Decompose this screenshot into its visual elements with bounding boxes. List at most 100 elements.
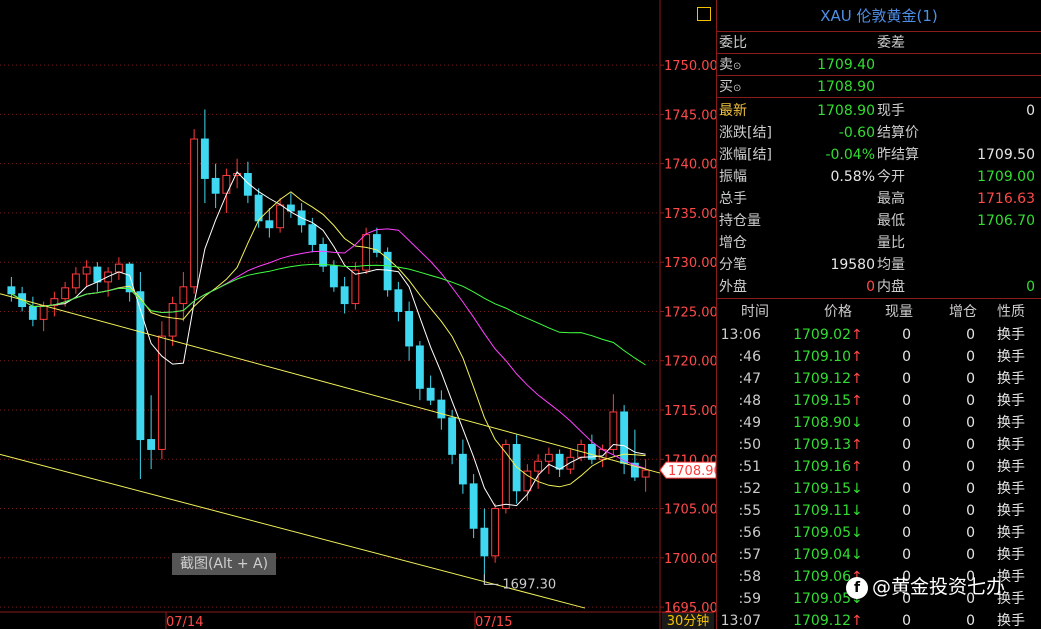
trade-row[interactable]: :48 1709.15 ↑ 0 0 换手 bbox=[717, 390, 1041, 412]
candle-body bbox=[469, 483, 478, 529]
instrument-title[interactable]: XAU 伦敦黄金(1) bbox=[717, 0, 1041, 32]
date-label: 07/15 bbox=[475, 615, 512, 629]
quote-row: 总手 最高 1716.63 bbox=[717, 188, 1041, 210]
buy-label: 买⊙ bbox=[719, 79, 742, 95]
quote-row: 外盘 0 内盘 0 bbox=[717, 276, 1041, 298]
trade-price: 1709.13 bbox=[793, 437, 851, 453]
low-marker-line bbox=[483, 574, 499, 585]
period-selector[interactable]: 30分钟 bbox=[662, 612, 714, 629]
trade-kind: 换手 bbox=[997, 503, 1025, 519]
trade-row[interactable]: 13:06 1709.02 ↑ 0 0 换手 bbox=[717, 324, 1041, 346]
candle-body bbox=[114, 263, 123, 273]
trade-price: 1709.05 bbox=[793, 591, 851, 607]
arrow-down-icon: ↓ bbox=[851, 503, 863, 519]
trade-price: 1708.90 bbox=[793, 415, 851, 431]
candle-body bbox=[394, 289, 403, 312]
candle-body bbox=[501, 443, 510, 510]
order-diff-label: 委差 bbox=[877, 35, 905, 51]
trade-kind: 换手 bbox=[997, 415, 1025, 431]
price-tick-label: 1705.00 bbox=[664, 503, 716, 518]
trade-oi: 0 bbox=[966, 503, 975, 519]
quote-value-2: 1709.50 bbox=[977, 147, 1035, 163]
trade-row[interactable]: :49 1708.90 ↓ 0 0 换手 bbox=[717, 412, 1041, 434]
sell-row[interactable]: 卖⊙ 1709.40 bbox=[717, 54, 1041, 76]
trades-column-header[interactable]: 现量 bbox=[879, 299, 919, 325]
quote-label-2: 内盘 bbox=[877, 279, 905, 295]
candle-body bbox=[534, 460, 543, 472]
trade-row[interactable]: :55 1709.11 ↓ 0 0 换手 bbox=[717, 500, 1041, 522]
trade-row[interactable]: :47 1709.12 ↑ 0 0 换手 bbox=[717, 368, 1041, 390]
trade-time: :51 bbox=[738, 459, 761, 475]
buy-price: 1708.90 bbox=[817, 79, 875, 95]
trend-line-upper bbox=[0, 293, 661, 474]
candle-body bbox=[491, 508, 500, 557]
trade-time: :48 bbox=[738, 393, 761, 409]
trade-row[interactable]: :56 1709.05 ↓ 0 0 换手 bbox=[717, 522, 1041, 544]
trade-price: 1709.11 bbox=[793, 503, 851, 519]
candle-body bbox=[641, 469, 650, 478]
trade-row[interactable]: :52 1709.15 ↓ 0 0 换手 bbox=[717, 478, 1041, 500]
candle-body bbox=[566, 456, 575, 470]
date-label: 07/14 bbox=[166, 615, 203, 629]
trade-kind: 换手 bbox=[997, 547, 1025, 563]
arrow-down-icon: ↓ bbox=[851, 525, 863, 541]
arrow-up-icon: ↑ bbox=[851, 349, 863, 365]
trade-oi: 0 bbox=[966, 437, 975, 453]
quote-label-2: 量比 bbox=[877, 235, 905, 251]
trade-time: :49 bbox=[738, 415, 761, 431]
quote-row: 振幅 0.58% 今开 1709.00 bbox=[717, 166, 1041, 188]
trade-oi: 0 bbox=[966, 327, 975, 343]
trade-price: 1709.06 bbox=[793, 569, 851, 585]
trade-qty: 0 bbox=[902, 503, 911, 519]
trade-price: 1709.12 bbox=[793, 371, 851, 387]
candle-body bbox=[319, 243, 328, 267]
quote-label: 涨跌[结] bbox=[719, 125, 772, 141]
kline-chart-svg[interactable]: 1695.001700.001705.001710.001715.001720.… bbox=[0, 0, 716, 629]
quote-label: 分笔 bbox=[719, 257, 747, 273]
trade-qty: 0 bbox=[902, 327, 911, 343]
trade-row[interactable]: :57 1709.04 ↓ 0 0 换手 bbox=[717, 544, 1041, 566]
trades-column-header[interactable]: 时间 bbox=[725, 299, 785, 325]
quote-row: 最新 1708.90 现手 0 bbox=[717, 100, 1041, 122]
trade-row[interactable]: 13:07 1709.12 ↑ 0 0 换手 bbox=[717, 610, 1041, 629]
candle-body bbox=[61, 287, 70, 300]
trade-kind: 换手 bbox=[997, 525, 1025, 541]
trade-oi: 0 bbox=[966, 481, 975, 497]
candle-body bbox=[276, 204, 285, 229]
quote-value-2: 1709.00 bbox=[977, 169, 1035, 185]
trade-row[interactable]: :46 1709.10 ↑ 0 0 换手 bbox=[717, 346, 1041, 368]
quote-value: 19580 bbox=[830, 257, 875, 273]
trade-price: 1709.05 bbox=[793, 525, 851, 541]
trade-qty: 0 bbox=[902, 393, 911, 409]
trade-price: 1709.04 bbox=[793, 547, 851, 563]
quote-row: 分笔 19580 均量 bbox=[717, 254, 1041, 276]
candle-body bbox=[28, 306, 37, 320]
trades-column-header[interactable]: 价格 bbox=[803, 299, 873, 325]
trade-time: :47 bbox=[738, 371, 761, 387]
trade-qty: 0 bbox=[902, 459, 911, 475]
trade-price: 1709.10 bbox=[793, 349, 851, 365]
trade-row[interactable]: :51 1709.16 ↑ 0 0 换手 bbox=[717, 456, 1041, 478]
candle-body bbox=[147, 439, 156, 450]
trade-kind: 换手 bbox=[997, 349, 1025, 365]
quote-row: 涨跌[结] -0.60 结算价 bbox=[717, 122, 1041, 144]
buy-row[interactable]: 买⊙ 1708.90 bbox=[717, 76, 1041, 98]
quote-label-2: 现手 bbox=[877, 103, 905, 119]
chart-settings-icon[interactable] bbox=[697, 7, 711, 21]
kline-chart[interactable]: 1695.00 1700.00 1705.00 1710.00 1715.00 1720.… bbox=[0, 0, 716, 629]
trade-time: :59 bbox=[738, 591, 761, 607]
candle-body bbox=[7, 286, 16, 295]
trades-column-header[interactable]: 增仓 bbox=[943, 299, 983, 325]
trades-column-header[interactable]: 性质 bbox=[991, 299, 1031, 325]
price-tick-label: 1730.00 bbox=[664, 256, 716, 271]
candle-body bbox=[362, 234, 371, 271]
candle-body bbox=[211, 177, 220, 194]
trade-row[interactable]: :50 1709.13 ↑ 0 0 换手 bbox=[717, 434, 1041, 456]
quote-value-2: 0 bbox=[1026, 279, 1035, 295]
trade-time: 13:07 bbox=[720, 613, 761, 629]
quote-label: 总手 bbox=[719, 191, 747, 207]
price-tick-label: 1745.00 bbox=[664, 108, 716, 123]
quote-value: -0.04% bbox=[825, 147, 875, 163]
candle-body bbox=[243, 173, 252, 196]
candle-body bbox=[555, 453, 564, 470]
